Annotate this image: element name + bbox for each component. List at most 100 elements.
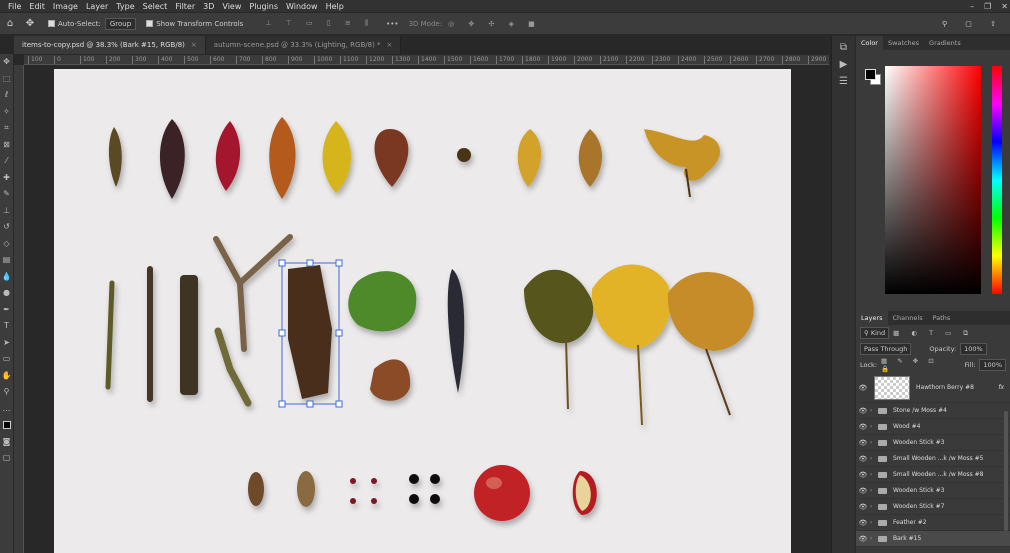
quick-mask-icon[interactable]: ◙: [0, 434, 13, 451]
blend-mode-dropdown[interactable]: Pass Through: [860, 343, 912, 355]
visibility-eye-icon[interactable]: 👁: [856, 439, 870, 447]
show-transform-checkbox[interactable]: Show Transform Controls: [146, 20, 243, 28]
layers-scrollbar[interactable]: [1004, 411, 1008, 531]
stamp-tool-icon[interactable]: ⊥: [0, 203, 13, 220]
expand-arrow-icon[interactable]: ›: [870, 519, 878, 526]
menu-select[interactable]: Select: [139, 2, 172, 11]
tab-gradients[interactable]: Gradients: [924, 36, 966, 50]
canvas-area[interactable]: [24, 65, 830, 553]
tab-autumn-scene[interactable]: autumn-scene.psd @ 33.3% (Lighting, RGB/…: [205, 36, 402, 54]
hue-slider[interactable]: [992, 66, 1002, 294]
visibility-eye-icon[interactable]: 👁: [856, 455, 870, 463]
expand-arrow-icon[interactable]: ›: [870, 471, 878, 478]
marquee-tool-icon[interactable]: ⬚: [0, 71, 13, 88]
expand-arrow-icon[interactable]: ›: [870, 455, 878, 462]
more-tools-icon[interactable]: …: [0, 401, 13, 418]
menu-edit[interactable]: Edit: [25, 2, 49, 11]
layer-row[interactable]: 👁 › Wood #4: [856, 419, 1010, 435]
visibility-eye-icon[interactable]: 👁: [856, 471, 870, 479]
magic-wand-icon[interactable]: ✧: [0, 104, 13, 121]
layer-row[interactable]: 👁 › Small Wooden ...k /w Moss #5: [856, 451, 1010, 467]
expand-arrow-icon[interactable]: ›: [870, 535, 878, 542]
filter-icons[interactable]: ▩ ◐ T ▭ ⧉: [893, 329, 973, 338]
maximize-button[interactable]: ❐: [984, 2, 991, 11]
tab-layers[interactable]: Layers: [856, 311, 888, 325]
layer-row[interactable]: 👁 › Wooden Stick #3: [856, 483, 1010, 499]
shape-tool-icon[interactable]: ▭: [0, 351, 13, 368]
layer-row[interactable]: 👁 Hawthorn Berry #8 fx: [856, 373, 1010, 403]
menu-layer[interactable]: Layer: [82, 2, 112, 11]
actions-play-icon[interactable]: ▶: [840, 59, 848, 70]
opacity-field[interactable]: 100%: [960, 343, 987, 355]
history-brush-icon[interactable]: ↺: [0, 219, 13, 236]
visibility-eye-icon[interactable]: 👁: [856, 423, 870, 431]
lock-icons[interactable]: ▦ ✎ ✥ ⊡ 🔒: [881, 357, 953, 373]
move-tool-icon[interactable]: ✥: [23, 17, 37, 31]
move-tool-icon[interactable]: ✥: [0, 54, 13, 71]
fill-field[interactable]: 100%: [979, 359, 1006, 371]
menu-help[interactable]: Help: [322, 2, 348, 11]
menu-filter[interactable]: Filter: [171, 2, 199, 11]
more-options-icon[interactable]: •••: [386, 20, 398, 28]
properties-icon[interactable]: ☰: [839, 76, 848, 87]
auto-select-dropdown[interactable]: Group: [104, 17, 137, 30]
expand-arrow-icon[interactable]: ›: [870, 439, 878, 446]
blur-tool-icon[interactable]: 💧: [0, 269, 13, 286]
zoom-tool-icon[interactable]: ⚲: [0, 384, 13, 401]
menu-plugins[interactable]: Plugins: [245, 2, 282, 11]
type-tool-icon[interactable]: T: [0, 318, 13, 335]
search-share-icons[interactable]: ⚲ ▢ ⇧: [942, 20, 1004, 28]
visibility-eye-icon[interactable]: 👁: [856, 535, 870, 543]
layer-row[interactable]: 👁 › Wooden Stick #7: [856, 499, 1010, 515]
lasso-tool-icon[interactable]: ℓ: [0, 87, 13, 104]
visibility-eye-icon[interactable]: 👁: [856, 384, 870, 392]
eraser-icon[interactable]: ◇: [0, 236, 13, 253]
history-icon[interactable]: ⧉: [840, 42, 847, 53]
tab-items-to-copy[interactable]: items-to-copy.psd @ 38.3% (Bark #15, RGB…: [14, 36, 206, 54]
eyedropper-icon[interactable]: ⁄: [0, 153, 13, 170]
color-picker-field[interactable]: [885, 66, 981, 294]
kind-filter-dropdown[interactable]: ⚲ Kind: [860, 327, 890, 339]
tab-channels[interactable]: Channels: [888, 311, 928, 325]
menu-image[interactable]: Image: [49, 2, 82, 11]
minimize-button[interactable]: –: [970, 2, 974, 11]
menu-3d[interactable]: 3D: [199, 2, 218, 11]
layer-row[interactable]: 👁 › Small Wooden ...k /w Moss #8: [856, 467, 1010, 483]
foreground-color-swatch[interactable]: [865, 69, 876, 80]
dodge-tool-icon[interactable]: ●: [0, 285, 13, 302]
menu-window[interactable]: Window: [282, 2, 322, 11]
menu-view[interactable]: View: [218, 2, 245, 11]
document-canvas[interactable]: [54, 69, 791, 553]
gradient-tool-icon[interactable]: ▤: [0, 252, 13, 269]
visibility-eye-icon[interactable]: 👁: [856, 407, 870, 415]
healing-brush-icon[interactable]: ✚: [0, 170, 13, 187]
brush-tool-icon[interactable]: ✎: [0, 186, 13, 203]
tab-paths[interactable]: Paths: [928, 311, 956, 325]
visibility-eye-icon[interactable]: 👁: [856, 519, 870, 527]
expand-arrow-icon[interactable]: ›: [870, 407, 878, 414]
path-select-icon[interactable]: ➤: [0, 335, 13, 352]
visibility-eye-icon[interactable]: 👁: [856, 503, 870, 511]
expand-arrow-icon[interactable]: ›: [870, 423, 878, 430]
hand-tool-icon[interactable]: ✋: [0, 368, 13, 385]
pen-tool-icon[interactable]: ✒: [0, 302, 13, 319]
fx-icon[interactable]: fx: [998, 384, 1004, 391]
menu-type[interactable]: Type: [112, 2, 138, 11]
align-icons[interactable]: ⊥ ⊤ ▭ ▯ ≡ ⫼: [265, 19, 374, 28]
tab-swatches[interactable]: Swatches: [883, 36, 924, 50]
home-icon[interactable]: ⌂: [3, 17, 17, 31]
tab-color[interactable]: Color: [856, 36, 883, 50]
close-icon[interactable]: ×: [191, 41, 197, 49]
frame-tool-icon[interactable]: ⊠: [0, 137, 13, 154]
3d-mode-icons[interactable]: ◎ ✥ ✣ ◈ ■: [448, 20, 541, 28]
auto-select-checkbox[interactable]: Auto-Select:: [48, 20, 101, 28]
crop-tool-icon[interactable]: ⌗: [0, 120, 13, 137]
expand-arrow-icon[interactable]: ›: [870, 487, 878, 494]
layer-row[interactable]: 👁 › Bark #15: [856, 531, 1010, 547]
layer-row[interactable]: 👁 › Feather #2: [856, 515, 1010, 531]
foreground-swatch[interactable]: [0, 417, 13, 434]
menu-file[interactable]: File: [4, 2, 25, 11]
layer-row[interactable]: 👁 › Wooden Stick #3: [856, 435, 1010, 451]
layer-row[interactable]: 👁 › Stone /w Moss #4: [856, 403, 1010, 419]
screen-mode-icon[interactable]: ▢: [0, 450, 13, 467]
